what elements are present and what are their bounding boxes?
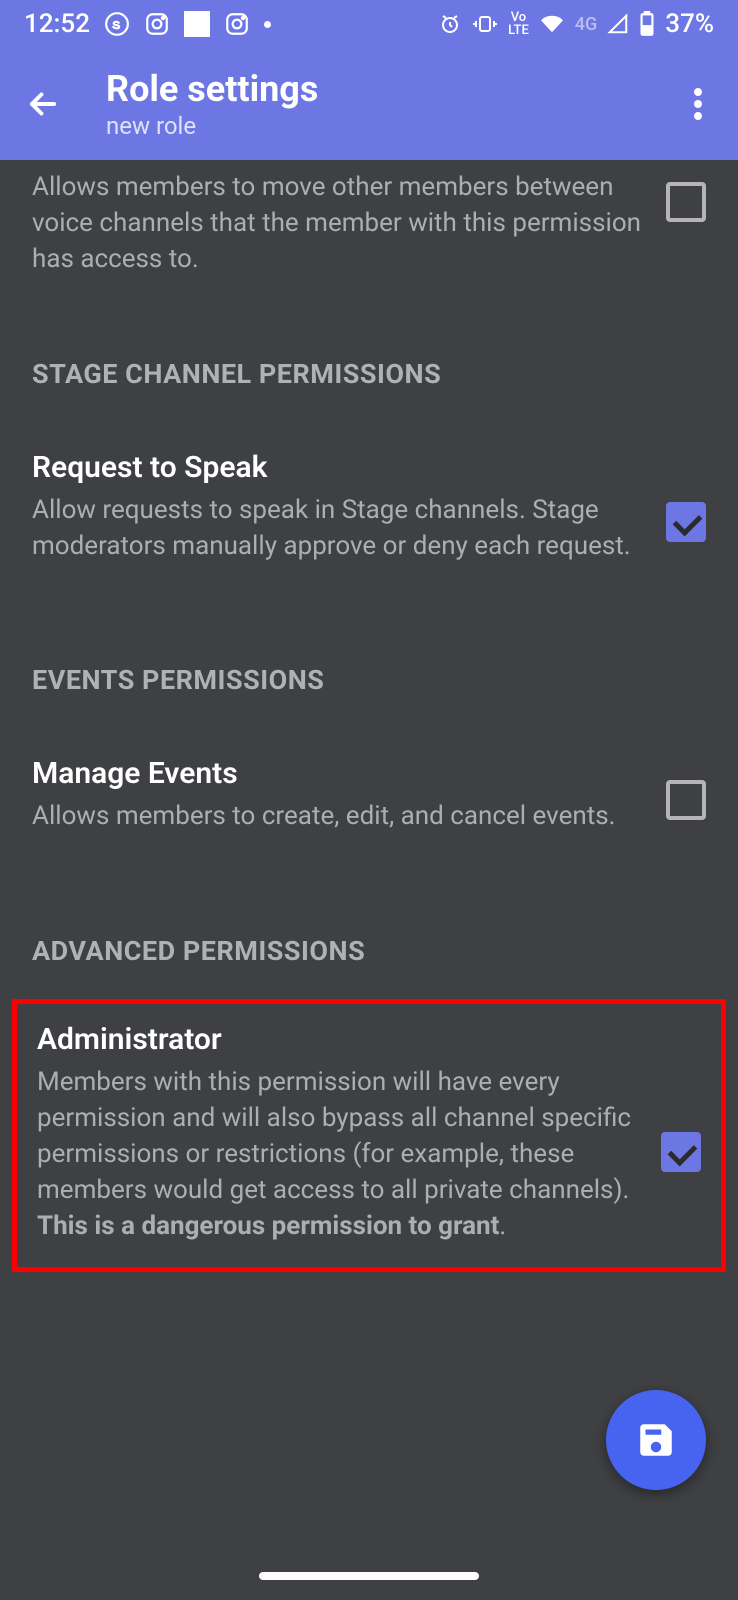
permission-administrator-highlighted[interactable]: Administrator Members with this permissi…: [12, 999, 726, 1271]
content: Allows members to move other members bet…: [0, 160, 738, 1272]
nav-indicator[interactable]: [259, 1572, 479, 1580]
permission-text: Request to Speak Allow requests to speak…: [32, 450, 666, 565]
dot-icon: [264, 21, 271, 28]
back-button[interactable]: [20, 81, 66, 127]
signal-icon: [607, 13, 629, 35]
overflow-menu-button[interactable]: [678, 84, 718, 124]
wifi-icon: [539, 13, 565, 35]
checkbox-move-members[interactable]: [666, 182, 706, 222]
vibrate-icon: [472, 12, 498, 36]
status-time: 12:52: [24, 9, 90, 39]
instagram-icon-2: [224, 11, 250, 37]
permission-text: Manage Events Allows members to create, …: [32, 756, 666, 835]
status-bar: 12:52 VoLTE 4G 37%: [0, 0, 738, 48]
permission-title: Manage Events: [32, 756, 646, 791]
save-icon: [635, 1419, 677, 1461]
page-subtitle: new role: [106, 112, 318, 140]
permission-title: Administrator: [37, 1022, 641, 1057]
permission-request-to-speak[interactable]: Request to Speak Allow requests to speak…: [0, 390, 738, 595]
permission-desc-plain: Members with this permission will have e…: [37, 1067, 631, 1205]
save-fab[interactable]: [606, 1390, 706, 1490]
permission-desc-tail: .: [499, 1211, 506, 1241]
permission-move-members[interactable]: Allows members to move other members bet…: [0, 160, 738, 318]
permission-desc: Allow requests to speak in Stage channel…: [32, 493, 646, 565]
status-left: 12:52: [24, 9, 271, 39]
square-icon: [184, 11, 210, 37]
alarm-icon: [438, 12, 462, 36]
section-header-events: EVENTS PERMISSIONS: [0, 664, 738, 696]
network-label: 4G: [575, 14, 598, 35]
battery-percent: 37%: [665, 9, 714, 39]
status-right: VoLTE 4G 37%: [438, 9, 714, 39]
permission-desc: Allows members to move other members bet…: [32, 170, 646, 278]
volte-label: VoLTE: [508, 11, 529, 37]
app-bar: Role settings new role: [0, 48, 738, 160]
permission-title: Request to Speak: [32, 450, 646, 485]
permission-text: Allows members to move other members bet…: [32, 170, 666, 278]
permission-desc: Allows members to create, edit, and canc…: [32, 799, 646, 835]
battery-icon: [639, 11, 655, 37]
instagram-icon: [144, 11, 170, 37]
section-header-stage: STAGE CHANNEL PERMISSIONS: [0, 358, 738, 390]
app-bar-titles: Role settings new role: [106, 68, 318, 140]
permission-desc: Members with this permission will have e…: [37, 1065, 641, 1244]
page-title: Role settings: [106, 68, 318, 110]
permission-text: Administrator Members with this permissi…: [37, 1022, 661, 1244]
permission-desc-warning: This is a dangerous permission to grant: [37, 1211, 499, 1241]
whatsapp-icon: [104, 11, 130, 37]
checkbox-request-to-speak[interactable]: [666, 502, 706, 542]
checkbox-administrator[interactable]: [661, 1132, 701, 1172]
checkbox-manage-events[interactable]: [666, 780, 706, 820]
permission-manage-events[interactable]: Manage Events Allows members to create, …: [0, 696, 738, 865]
section-header-advanced: ADVANCED PERMISSIONS: [0, 935, 738, 967]
